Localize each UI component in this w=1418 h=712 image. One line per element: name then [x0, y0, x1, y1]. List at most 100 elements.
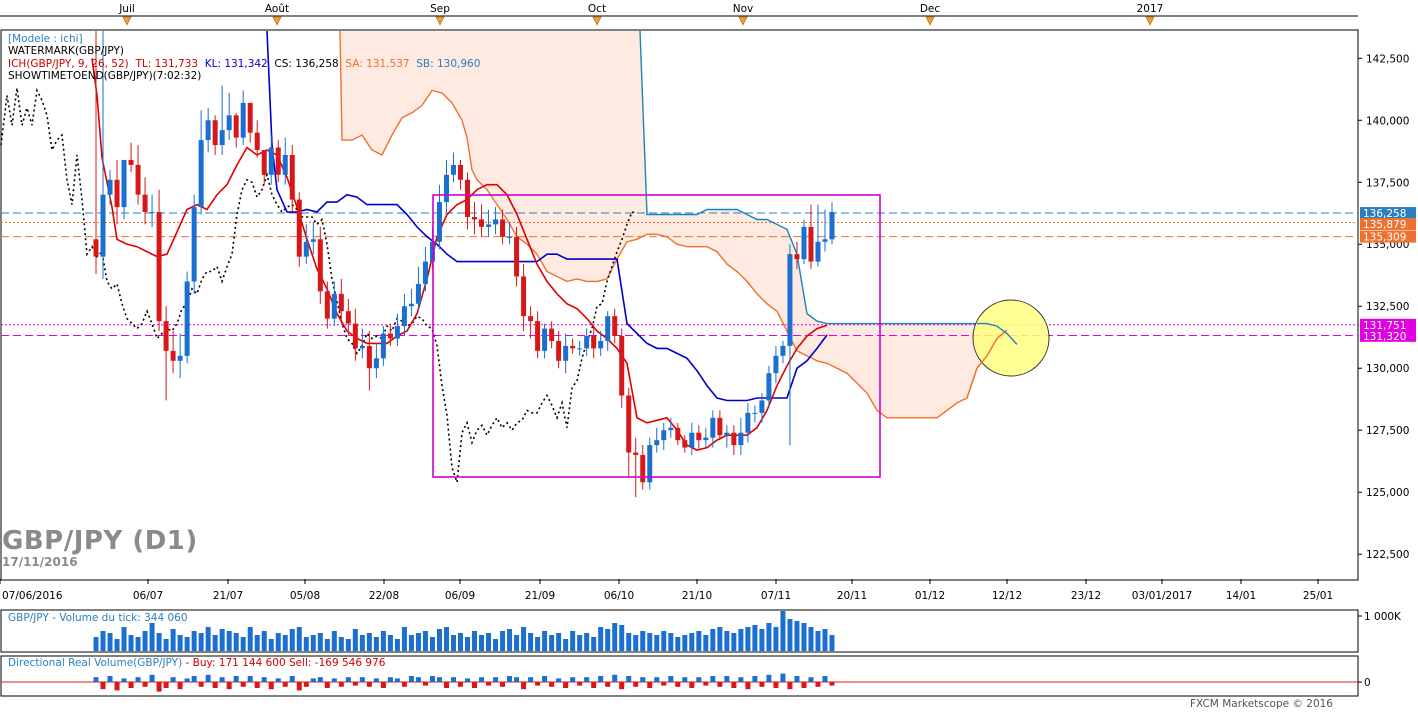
candle-body-46 [415, 283, 421, 304]
directional-bar-21 [240, 682, 246, 687]
candle-body-14 [191, 207, 197, 282]
month-label-0: Juil [118, 3, 135, 15]
candle-body-35 [338, 293, 344, 312]
candle-body-73 [605, 316, 611, 341]
candle-body-7 [142, 194, 148, 213]
candle-body-82 [668, 427, 674, 431]
candle-body-8 [149, 212, 155, 214]
volume-bar-20 [233, 633, 239, 651]
directional-bar-100 [794, 676, 800, 682]
candle-body-50 [443, 174, 449, 203]
volume-bar-50 [443, 627, 449, 651]
volume-panel-title: GBP/JPY - Volume du tick: 344 060 [8, 612, 188, 624]
directional-bar-5 [128, 682, 134, 688]
month-label-1: Août [265, 3, 289, 15]
chart-title: GBP/JPY (D1) [2, 526, 198, 556]
volume-bar-81 [661, 631, 667, 651]
directional-bar-26 [275, 678, 281, 682]
candle-body-45 [408, 303, 414, 307]
candle-body-94 [752, 412, 758, 414]
candle-body-44 [401, 306, 407, 327]
directional-bar-33 [324, 682, 330, 688]
volume-bar-18 [219, 629, 225, 651]
candle-body-25 [268, 147, 274, 175]
credit-text: FXCM Marketscope © 2016 [1190, 698, 1333, 710]
candle-body-100 [794, 254, 800, 260]
directional-bar-46 [415, 677, 421, 682]
legend-showtime: SHOWTIMETOEND(GBP/JPY)(7:02:32) [8, 70, 202, 83]
directional-bar-93 [745, 682, 751, 690]
month-markers: Juil Août Sep Oct Nov Dec 2017 [118, 3, 1163, 26]
volume-bar-35 [338, 637, 344, 651]
y-tick-label-7: 125,000 [1366, 487, 1409, 499]
volume-bar-77 [633, 635, 639, 651]
directional-bar-53 [465, 678, 471, 682]
volume-bar-10 [163, 639, 169, 651]
candle-body-103 [815, 241, 821, 262]
directional-bar-43 [394, 678, 400, 682]
volume-bar-98 [780, 611, 786, 651]
candle-body-88 [710, 417, 716, 438]
directional-bar-59 [507, 676, 513, 682]
directional-bar-37 [352, 682, 358, 686]
volume-bar-39 [366, 633, 372, 651]
month-label-3: Oct [588, 3, 606, 15]
chart-date: 17/11/2016 [2, 555, 78, 569]
directional-bar-20 [233, 676, 239, 682]
directional-bar-51 [450, 677, 456, 682]
candle-body-62 [528, 316, 534, 322]
directional-bar-24 [261, 677, 267, 682]
directional-bar-80 [654, 677, 660, 682]
volume-bar-36 [345, 639, 351, 651]
volume-bar-68 [570, 631, 576, 651]
volume-bar-1 [100, 631, 106, 651]
volume-bar-52 [457, 633, 463, 651]
directional-bar-36 [345, 677, 351, 682]
candle-body-97 [773, 355, 779, 374]
volume-bar-92 [738, 629, 744, 651]
directional-bar-25 [268, 682, 274, 690]
directional-bar-41 [380, 682, 386, 688]
directional-bar-88 [710, 676, 716, 682]
y-tick-label-2: 137,500 [1366, 177, 1409, 189]
candle-body-10 [163, 321, 169, 351]
directional-bar-58 [500, 682, 506, 687]
directional-bar-76 [626, 676, 632, 682]
candle-body-77 [633, 452, 639, 456]
volume-bar-64 [542, 631, 548, 651]
volume-bar-28 [289, 629, 295, 651]
volume-bar-19 [226, 631, 232, 651]
directional-bar-23 [254, 682, 260, 688]
volume-bar-15 [198, 633, 204, 651]
directional-axis-label: 0 [1364, 677, 1371, 689]
directional-bar-94 [752, 676, 758, 682]
main-plot-frame [0, 29, 1359, 581]
candle-body-99 [787, 254, 793, 346]
legend-cs: CS: 136,258 [274, 57, 339, 70]
candle-body-18 [219, 130, 225, 146]
directional-bar-15 [198, 682, 204, 687]
month-marker-icon-5 [925, 16, 935, 26]
volume-bar-40 [373, 637, 379, 651]
volume-bar-44 [401, 627, 407, 651]
volume-bar-41 [380, 631, 386, 651]
directional-bar-79 [647, 682, 653, 688]
month-marker-icon-3 [592, 16, 602, 26]
volume-bar-38 [359, 635, 365, 651]
candle-body-38 [359, 345, 365, 349]
volume-bar-97 [773, 627, 779, 651]
directional-bar-103 [815, 682, 821, 687]
candle-body-40 [373, 358, 379, 369]
directional-bar-84 [682, 677, 688, 682]
volume-bar-9 [156, 633, 162, 651]
indicator-legend: [Modele : ichi] WATERMARK(GBP/JPY) ICH(G… [8, 33, 480, 83]
candle-body-2 [107, 179, 113, 195]
directional-bar-66 [556, 678, 562, 682]
candle-body-55 [479, 219, 485, 227]
volume-bar-61 [521, 627, 527, 651]
x-tick-label-2: 21/07 [213, 590, 243, 602]
candle-body-58 [500, 219, 506, 237]
volume-bar-58 [500, 631, 506, 651]
x-tick-label-1: 06/07 [133, 590, 163, 602]
x-tick-label-13: 23/12 [1071, 590, 1101, 602]
